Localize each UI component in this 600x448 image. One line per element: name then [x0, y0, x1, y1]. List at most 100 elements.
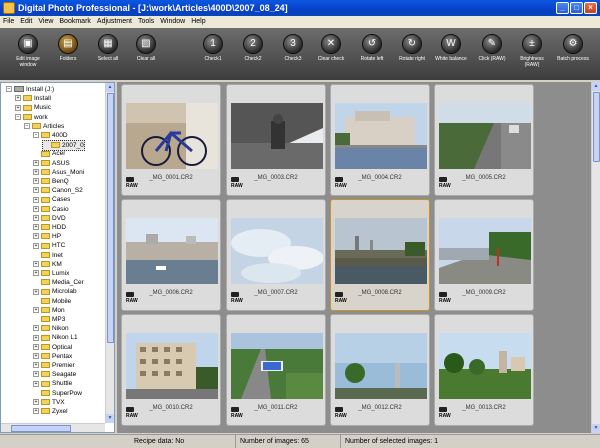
- menu-edit[interactable]: Edit: [17, 16, 35, 28]
- expand-icon[interactable]: +: [33, 187, 39, 194]
- collapse-icon[interactable]: −: [24, 123, 30, 130]
- expand-icon[interactable]: +: [33, 224, 39, 231]
- tree-item[interactable]: + Asus_Moni: [33, 168, 84, 177]
- expand-icon[interactable]: +: [33, 408, 39, 415]
- thumbnail-cell[interactable]: _MG_0003.CR2 RAW: [226, 84, 326, 196]
- tree-item[interactable]: + Casio: [33, 205, 69, 214]
- collapse-icon[interactable]: −: [15, 113, 21, 120]
- tree-item[interactable]: Media_Cer: [33, 278, 84, 287]
- expand-icon[interactable]: +: [33, 399, 39, 406]
- thumbnail-image[interactable]: [231, 103, 323, 169]
- tree-item[interactable]: + TVX: [33, 398, 65, 407]
- expand-icon[interactable]: +: [33, 334, 39, 341]
- tree-item[interactable]: + Canon_S2: [33, 186, 83, 195]
- thumbnail-cell[interactable]: _MG_0011.CR2 RAW: [226, 314, 326, 426]
- tree-item[interactable]: Acer: [33, 149, 65, 158]
- tree-item[interactable]: + BenQ: [33, 177, 69, 186]
- expand-icon[interactable]: +: [33, 353, 39, 360]
- tree-item[interactable]: + HP: [33, 232, 61, 241]
- thumbnail-cell[interactable]: _MG_0001.CR2 RAW: [121, 84, 221, 196]
- check1-button[interactable]: 1 Check1: [195, 34, 231, 62]
- tree-item[interactable]: + Microlab: [33, 287, 77, 296]
- edit-image-window-button[interactable]: ▣ Edit image window: [10, 34, 46, 68]
- tree-item[interactable]: − work: [15, 113, 48, 122]
- expand-icon[interactable]: +: [33, 178, 39, 185]
- collapse-icon[interactable]: −: [33, 132, 39, 139]
- thumbnail-image[interactable]: [126, 218, 218, 284]
- folder-tree[interactable]: − Install (J:) + Install + Music − work − Article…: [0, 82, 115, 433]
- tree-item[interactable]: SuperPow: [33, 389, 82, 398]
- tree-item[interactable]: − 400D: [33, 131, 68, 140]
- tree-item[interactable]: + Music: [15, 103, 51, 112]
- expand-icon[interactable]: +: [33, 242, 39, 249]
- menu-help[interactable]: Help: [188, 16, 208, 28]
- thumbnail-image[interactable]: [335, 103, 427, 169]
- expand-icon[interactable]: +: [15, 95, 21, 102]
- scrollbar-thumb[interactable]: [107, 93, 114, 343]
- expand-icon[interactable]: +: [33, 169, 39, 176]
- batch-process-button[interactable]: ⚙ Batch process: [555, 34, 591, 62]
- thumbnail-cell[interactable]: _MG_0006.CR2 RAW: [121, 199, 221, 311]
- tree-item[interactable]: + HTC: [33, 241, 65, 250]
- tree-item[interactable]: Mobile: [33, 297, 71, 306]
- expand-icon[interactable]: +: [33, 362, 39, 369]
- tree-item[interactable]: + Shuttle: [33, 379, 72, 388]
- scrollbar-thumb[interactable]: [593, 92, 600, 162]
- tree-item[interactable]: + KM: [33, 260, 62, 269]
- expand-icon[interactable]: +: [15, 104, 21, 111]
- tree-item[interactable]: MP3: [33, 315, 65, 324]
- thumbnail-cell[interactable]: _MG_0013.CR2 RAW: [434, 314, 534, 426]
- check2-button[interactable]: 2 Check2: [235, 34, 271, 62]
- brightness-raw-button[interactable]: ± Brightness (RAW): [514, 34, 550, 68]
- thumbnail-cell[interactable]: _MG_0008.CR2 RAW: [330, 199, 430, 311]
- thumbnail-cell[interactable]: _MG_0005.CR2 RAW: [434, 84, 534, 196]
- white-balance-button[interactable]: W White balance: [433, 34, 469, 62]
- menu-bookmark[interactable]: Bookmark: [56, 16, 94, 28]
- menu-tools[interactable]: Tools: [135, 16, 157, 28]
- folders-button[interactable]: ▤ Folders: [50, 34, 86, 62]
- tree-item[interactable]: + Nikon: [33, 324, 69, 333]
- menu-window[interactable]: Window: [157, 16, 188, 28]
- thumbnail-cell[interactable]: _MG_0009.CR2 RAW: [434, 199, 534, 311]
- scrollbar-thumb[interactable]: [11, 425, 71, 432]
- thumbnail-image[interactable]: [335, 218, 427, 284]
- tree-item[interactable]: + Mon: [33, 306, 65, 315]
- tree-item[interactable]: + Cases: [33, 195, 70, 204]
- scroll-down-icon[interactable]: ▼: [106, 414, 114, 423]
- rotate-right-button[interactable]: ↻ Rotate right: [394, 34, 430, 62]
- clear-all-button[interactable]: ▧ Clear all: [128, 34, 164, 62]
- thumbnail-image[interactable]: [126, 103, 218, 169]
- check3-button[interactable]: 3 Check3: [275, 34, 311, 62]
- thumbnail-image[interactable]: [439, 333, 531, 399]
- tree-item[interactable]: Inet: [33, 251, 63, 260]
- thumbnail-image[interactable]: [231, 218, 323, 284]
- thumbnail-vertical-scrollbar[interactable]: ▲ ▼: [591, 82, 600, 433]
- expand-icon[interactable]: +: [33, 233, 39, 240]
- click-raw-button[interactable]: ✎ Click (RAW): [474, 34, 510, 62]
- tree-item[interactable]: + Nikon L1: [33, 333, 78, 342]
- scroll-up-icon[interactable]: ▲: [592, 82, 600, 91]
- tree-item[interactable]: + ASUS: [33, 159, 70, 168]
- tree-item[interactable]: + HDD: [33, 223, 66, 232]
- thumbnail-image[interactable]: [335, 333, 427, 399]
- folder-tree-horizontal-scrollbar[interactable]: [1, 423, 105, 432]
- tree-item[interactable]: + Pentax: [33, 352, 72, 361]
- tree-item[interactable]: + Zyxel: [33, 407, 68, 416]
- expand-icon[interactable]: +: [33, 325, 39, 332]
- tree-item[interactable]: + Seagate: [33, 370, 76, 379]
- expand-icon[interactable]: +: [33, 307, 39, 314]
- expand-icon[interactable]: +: [33, 205, 39, 212]
- expand-icon[interactable]: +: [33, 343, 39, 350]
- menu-adjustment[interactable]: Adjustment: [94, 16, 135, 28]
- thumbnail-image[interactable]: [439, 218, 531, 284]
- expand-icon[interactable]: +: [33, 159, 39, 166]
- menu-view[interactable]: View: [35, 16, 56, 28]
- expand-icon[interactable]: +: [33, 380, 39, 387]
- close-button[interactable]: ×: [584, 2, 597, 14]
- expand-icon[interactable]: +: [33, 371, 39, 378]
- thumbnail-cell[interactable]: _MG_0007.CR2 RAW: [226, 199, 326, 311]
- thumbnail-cell[interactable]: _MG_0004.CR2 RAW: [330, 84, 430, 196]
- clear-check-button[interactable]: ✕ Clear check: [313, 34, 349, 62]
- expand-icon[interactable]: +: [33, 196, 39, 203]
- tree-item[interactable]: − Articles: [24, 122, 64, 131]
